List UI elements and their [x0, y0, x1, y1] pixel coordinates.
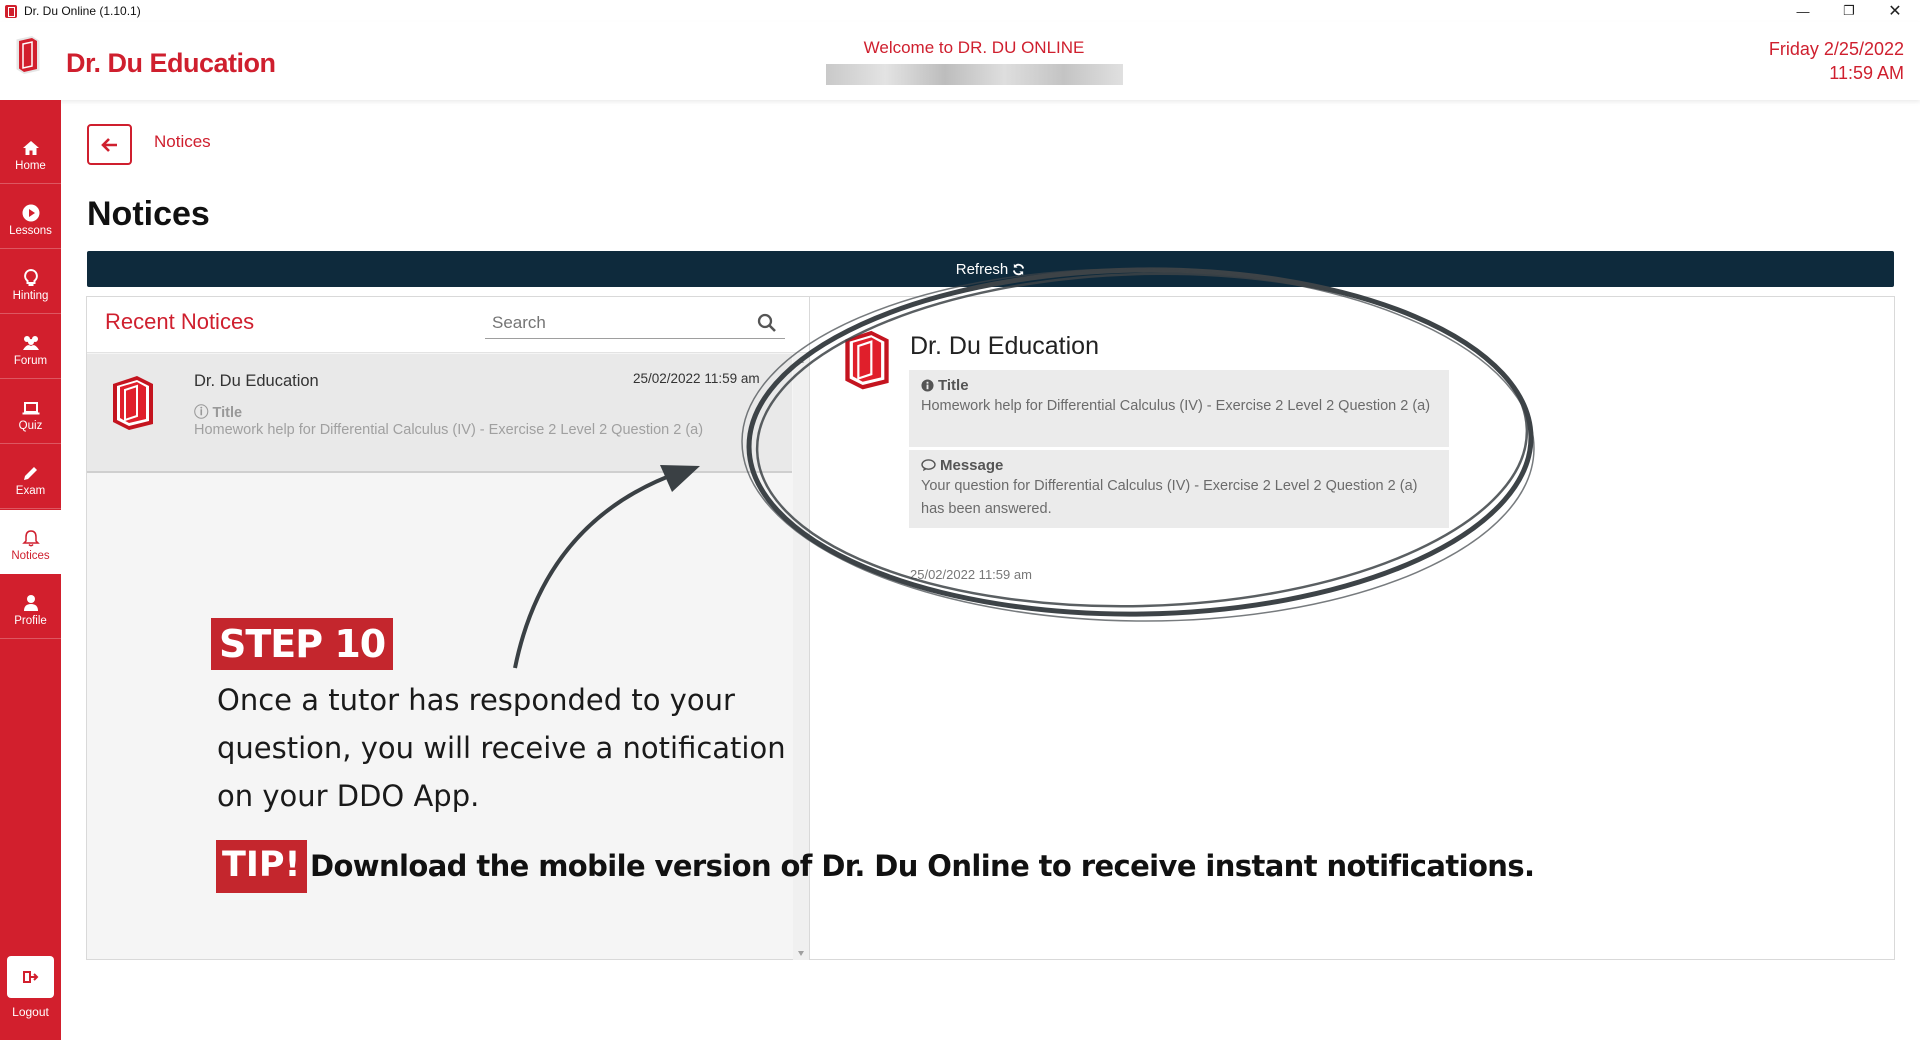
info-icon: ⓘ	[194, 405, 209, 421]
notice-title: Homework help for Differential Calculus …	[194, 422, 704, 438]
breadcrumb[interactable]: Notices	[154, 132, 211, 152]
detail-sender: Dr. Du Education	[910, 332, 1099, 360]
comment-icon	[921, 459, 936, 472]
window-titlebar: Dr. Du Online (1.10.1) — ❐ ✕	[0, 0, 1920, 22]
sidebar-item-label: Exam	[15, 485, 46, 497]
sidebar: Home Lessons Hinting Forum Quiz Exam Not…	[0, 100, 61, 1040]
detail-title-label-text: Title	[938, 377, 969, 394]
tip-text: Download the mobile version of Dr. Du On…	[310, 849, 1535, 883]
detail-message-label-text: Message	[940, 457, 1004, 474]
refresh-label: Refresh	[955, 260, 1009, 278]
close-button[interactable]: ✕	[1872, 0, 1918, 22]
sidebar-item-quiz[interactable]: Quiz	[0, 380, 61, 444]
detail-date: 25/02/2022 11:59 am	[910, 567, 1032, 582]
current-time: 11:59 AM	[1829, 63, 1904, 83]
current-date: Friday 2/25/2022	[1768, 39, 1904, 59]
refresh-icon	[1013, 263, 1025, 275]
notice-sender: Dr. Du Education	[194, 372, 319, 390]
sidebar-item-label: Lessons	[9, 225, 52, 237]
page-title: Notices	[87, 195, 210, 233]
back-button[interactable]	[87, 124, 132, 165]
sidebar-item-profile[interactable]: Profile	[0, 575, 61, 639]
search-input[interactable]	[485, 309, 735, 337]
sidebar-item-label: Forum	[13, 355, 48, 367]
detail-message: Your question for Differential Calculus …	[921, 478, 1418, 517]
date-time: Friday 2/25/2022 11:59 AM	[1769, 37, 1904, 85]
app-icon	[5, 4, 17, 18]
scroll-up-icon[interactable]	[798, 358, 804, 363]
laptop-icon	[22, 402, 39, 415]
play-icon	[22, 204, 39, 222]
sidebar-item-notices[interactable]: Notices	[0, 510, 61, 574]
notice-title-label: ⓘ Title	[194, 401, 242, 422]
app-header: Dr. Du Education Welcome to DR. DU ONLIN…	[0, 22, 1920, 100]
notice-list-item[interactable]: Dr. Du Education 25/02/2022 11:59 am ⓘ T…	[87, 354, 792, 473]
recent-notices-title: Recent Notices	[105, 309, 255, 334]
step-text: Once a tutor has responded to your quest…	[217, 683, 786, 813]
welcome-text: Welcome to DR. DU ONLINE	[863, 38, 1085, 57]
lightbulb-icon	[23, 268, 38, 286]
minimize-button[interactable]: —	[1780, 0, 1826, 22]
sidebar-item-home[interactable]: Home	[0, 120, 61, 184]
scroll-down-icon[interactable]	[798, 951, 804, 956]
step-badge: STEP 10	[211, 618, 394, 670]
sidebar-item-forum[interactable]: Forum	[0, 315, 61, 379]
search-box	[485, 309, 785, 339]
sidebar-item-hinting[interactable]: Hinting	[0, 250, 61, 314]
sidebar-item-label: Profile	[14, 615, 47, 627]
sidebar-item-lessons[interactable]: Lessons	[0, 185, 61, 249]
book-logo-icon	[845, 330, 889, 390]
logout-label: Logout	[12, 1005, 49, 1019]
book-logo-icon	[13, 33, 43, 76]
info-icon	[921, 379, 934, 392]
logout-button[interactable]	[7, 956, 54, 998]
home-icon	[22, 141, 39, 155]
user-icon	[23, 595, 38, 611]
logout-icon	[22, 971, 38, 983]
sidebar-item-label: Quiz	[18, 420, 43, 432]
book-logo-icon	[113, 376, 153, 430]
sidebar-item-label: Notices	[11, 550, 50, 562]
welcome-banner	[826, 64, 1123, 85]
notice-date: 25/02/2022 11:59 am	[633, 371, 760, 386]
detail-title-box: Title Homework help for Differential Cal…	[909, 370, 1449, 447]
detail-message-box: Message Your question for Differential C…	[909, 450, 1449, 528]
detail-message-label: Message	[921, 457, 1437, 474]
detail-title: Homework help for Differential Calculus …	[921, 398, 1431, 414]
refresh-button[interactable]: Refresh	[87, 251, 1894, 287]
window-title: Dr. Du Online (1.10.1)	[24, 4, 141, 18]
sidebar-item-label: Hinting	[12, 290, 49, 302]
tip-badge: TIP!	[216, 840, 307, 893]
notices-list-header: Recent Notices	[87, 297, 809, 353]
restore-button[interactable]: ❐	[1826, 0, 1872, 22]
search-icon[interactable]	[757, 313, 777, 333]
bell-icon	[21, 530, 40, 547]
sidebar-item-label: Home	[15, 160, 46, 172]
brand-name: Dr. Du Education	[66, 48, 276, 78]
arrow-left-icon	[100, 137, 117, 152]
pencil-icon	[23, 467, 37, 480]
users-icon	[22, 336, 39, 350]
detail-title-label: Title	[921, 377, 1437, 394]
notice-title-label-text: Title	[212, 405, 243, 421]
sidebar-item-exam[interactable]: Exam	[0, 445, 61, 509]
